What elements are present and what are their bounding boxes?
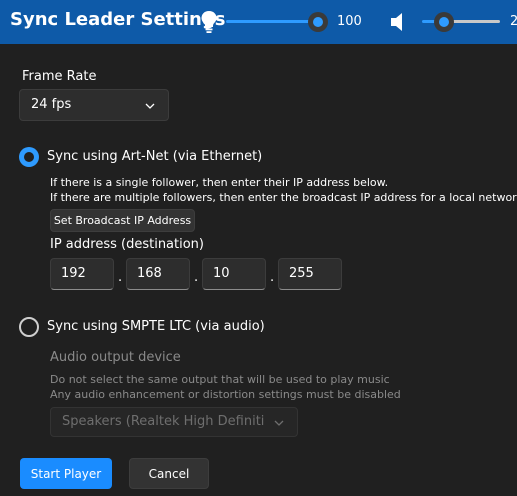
ip-separator-2: . [194,270,199,285]
ip-octet-4-value: 255 [289,266,314,281]
brightness-value: 100 [337,14,362,29]
lightbulb-icon [201,11,217,33]
artnet-label[interactable]: Sync using Art-Net (via Ethernet) [47,149,262,164]
ip-octet-3-input[interactable]: 10 [202,258,266,290]
ip-octet-1-value: 192 [61,266,86,281]
smpte-warning-line1: Do not select the same output that will … [50,373,390,386]
ip-separator-3: . [270,270,275,285]
frame-rate-dropdown[interactable]: 24 fps [19,89,169,121]
ip-address-label: IP address (destination) [50,237,204,252]
volume-slider-thumb[interactable] [434,12,454,32]
speaker-icon[interactable] [388,11,410,33]
smpte-warning-line2: Any audio enhancement or distortion sett… [50,388,401,401]
ip-separator-1: . [118,270,123,285]
ip-octet-3-value: 10 [213,266,230,281]
brightness-slider-thumb[interactable] [308,12,328,32]
audio-device-dropdown[interactable]: Speakers (Realtek High Definiti [50,407,298,437]
audio-device-value: Speakers (Realtek High Definiti [62,414,265,429]
smpte-radio[interactable] [19,317,39,337]
frame-rate-label: Frame Rate [22,69,97,84]
ip-octet-2-value: 168 [137,266,162,281]
set-broadcast-ip-button[interactable]: Set Broadcast IP Address [50,209,195,232]
brightness-slider-track[interactable] [226,20,318,23]
chevron-down-icon [145,103,155,109]
artnet-radio[interactable] [19,147,39,167]
cancel-button[interactable]: Cancel [129,458,209,489]
ip-octet-1-input[interactable]: 192 [50,258,114,290]
start-player-button[interactable]: Start Player [20,458,112,489]
frame-rate-value: 24 fps [31,97,72,112]
audio-device-label: Audio output device [50,350,181,365]
ip-octet-4-input[interactable]: 255 [278,258,342,290]
title-bar: Sync Leader Settings 100 2 [0,0,517,44]
chevron-down-icon [274,420,284,426]
artnet-info-line2: If there are multiple followers, then en… [50,191,517,204]
smpte-label[interactable]: Sync using SMPTE LTC (via audio) [47,319,265,334]
page-title: Sync Leader Settings [10,9,226,30]
artnet-info-line1: If there is a single follower, then ente… [50,176,389,189]
volume-value: 2 [510,14,517,29]
ip-octet-2-input[interactable]: 168 [126,258,190,290]
